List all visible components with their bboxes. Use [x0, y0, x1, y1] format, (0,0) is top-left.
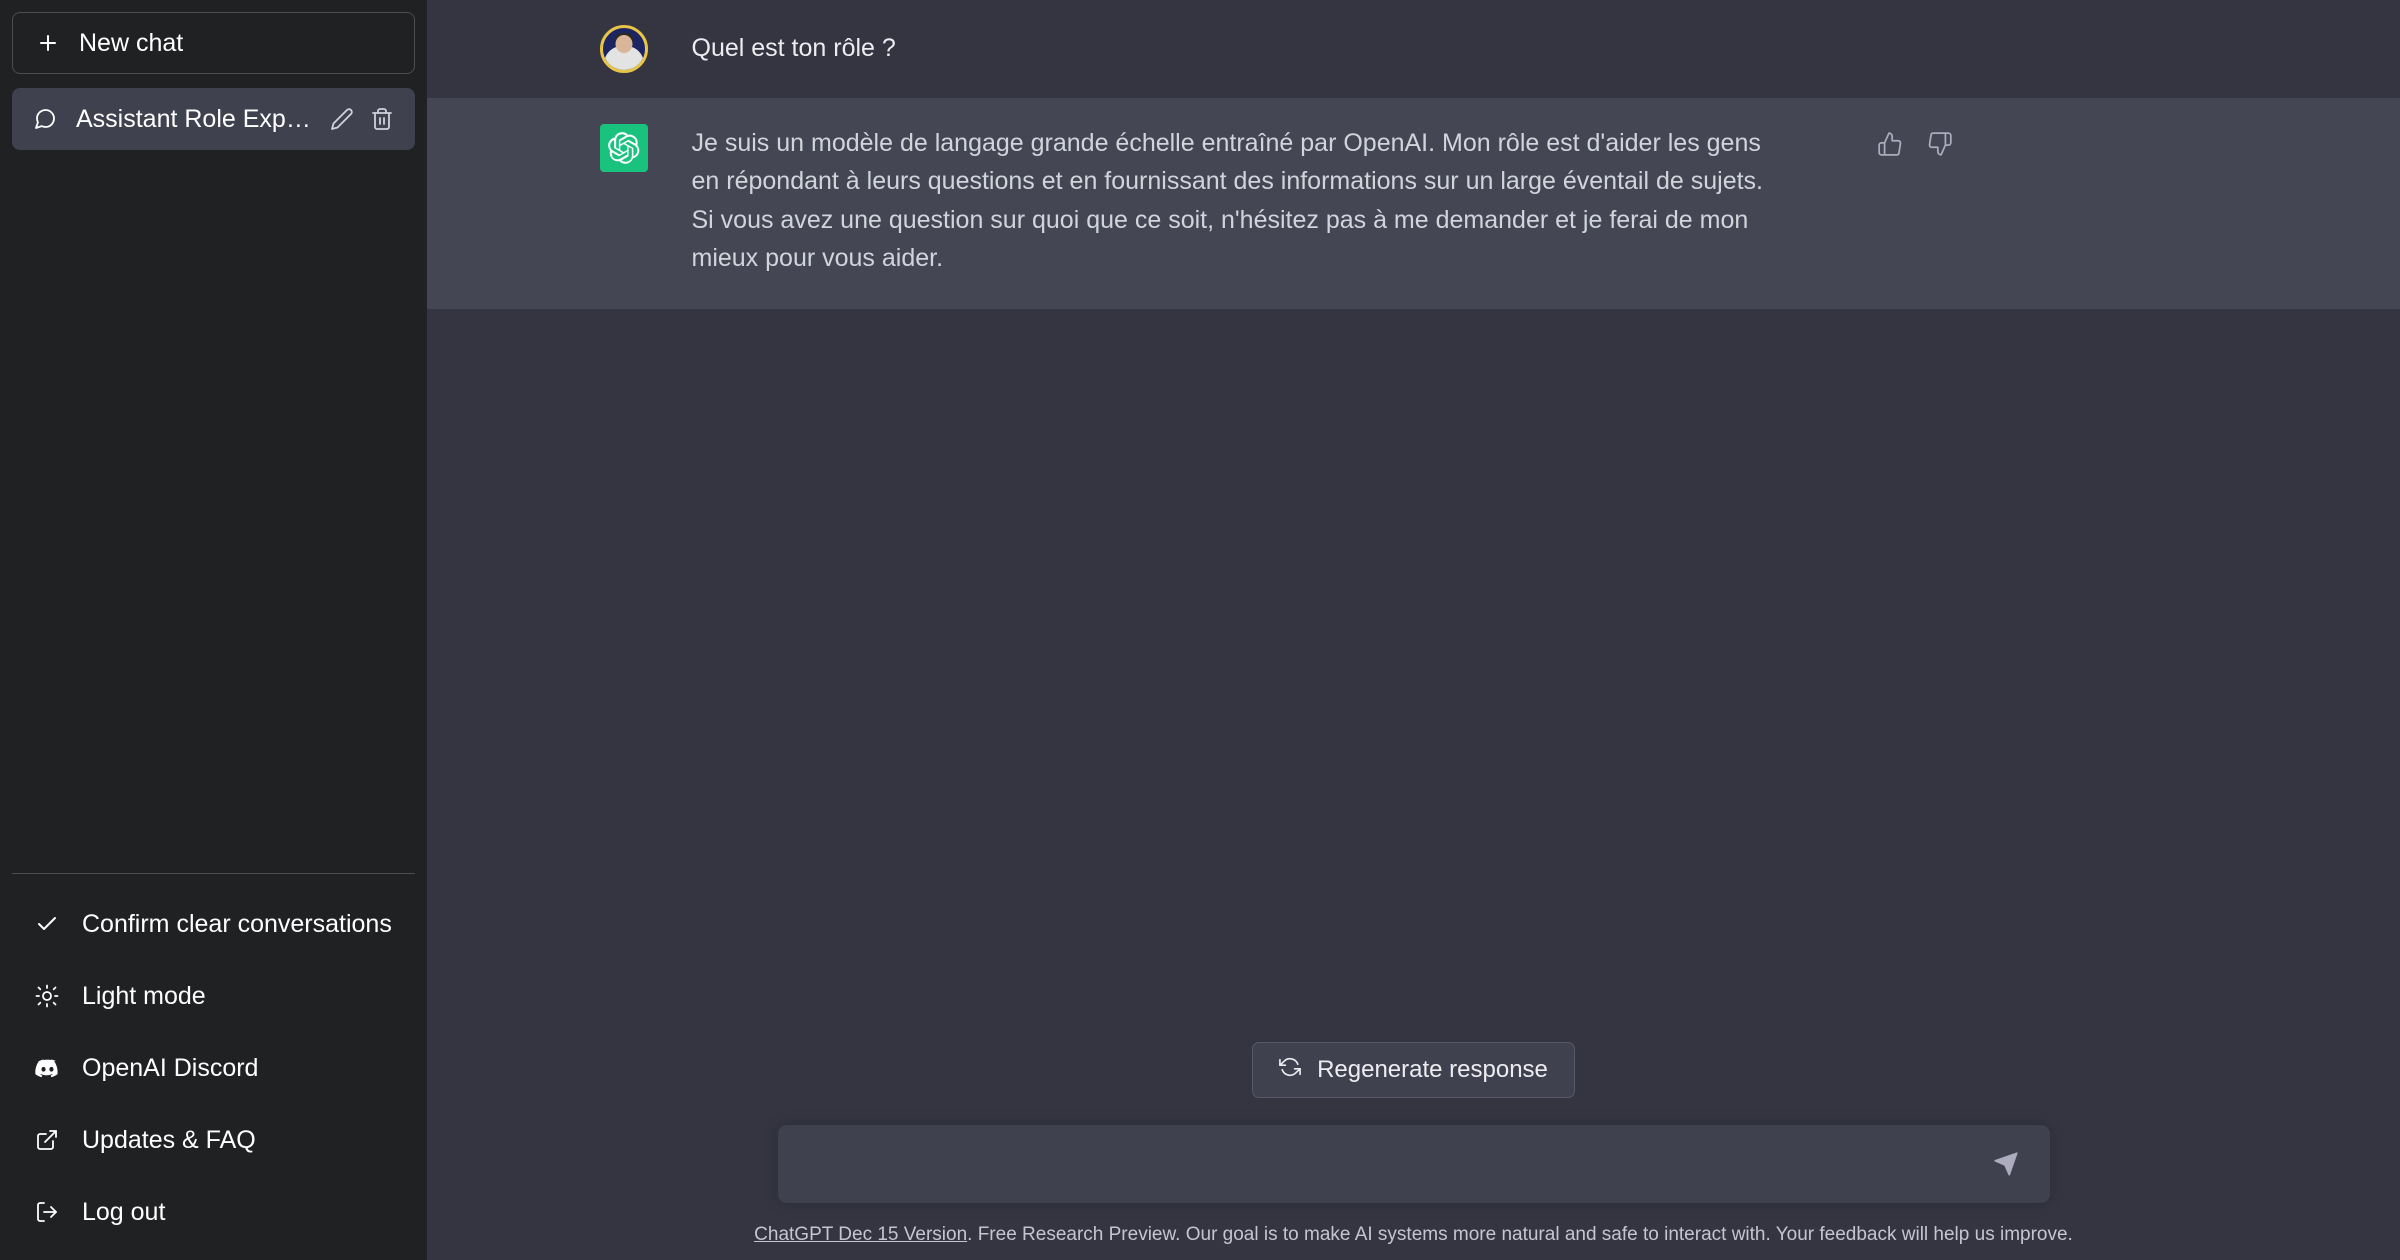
chatgpt-app: New chat Assistant Role Explain Confirm …	[0, 0, 2400, 1260]
sidebar-item-label: Confirm clear conversations	[82, 909, 392, 938]
thumbs-down-icon[interactable]	[1926, 130, 1954, 158]
conversation-title: Assistant Role Explain	[76, 104, 311, 133]
assistant-message-text: Je suis un modèle de langage grande éche…	[691, 129, 1763, 272]
sidebar-item-label: Light mode	[82, 981, 206, 1010]
chat-input[interactable]	[805, 1149, 1988, 1179]
refresh-icon	[1279, 1056, 1301, 1085]
send-icon[interactable]	[1988, 1146, 2024, 1182]
sidebar-item-light-mode[interactable]: Light mode	[12, 960, 415, 1032]
openai-logo-icon	[599, 124, 648, 172]
regenerate-response-label: Regenerate response	[1317, 1056, 1548, 1083]
sidebar-item-openai-discord[interactable]: OpenAI Discord	[12, 1032, 415, 1104]
new-chat-button[interactable]: New chat	[12, 12, 415, 74]
regenerate-response-button[interactable]: Regenerate response	[1252, 1042, 1575, 1098]
chat-input-container[interactable]	[776, 1124, 2051, 1204]
pencil-icon[interactable]	[329, 106, 355, 132]
message-assistant: Je suis un modèle de langage grande éche…	[427, 98, 2400, 309]
sidebar-item-updates-and-faq[interactable]: Updates & FAQ	[12, 1104, 415, 1176]
version-link[interactable]: ChatGPT Dec 15 Version	[754, 1224, 967, 1245]
composer: Regenerate response ChatGPT Dec 15 Versi…	[427, 1042, 2400, 1260]
sun-icon	[34, 983, 60, 1009]
thumbs-up-icon[interactable]	[1876, 130, 1904, 158]
chat-main: Quel est ton rôle ? Je suis un modèle de…	[427, 0, 2400, 1260]
message-user: Quel est ton rôle ?	[427, 0, 2400, 98]
sidebar-item-label: OpenAI Discord	[82, 1053, 259, 1082]
footer-disclaimer: ChatGPT Dec 15 Version. Free Research Pr…	[754, 1224, 2073, 1246]
logout-icon	[34, 1199, 60, 1225]
user-avatar-photo	[599, 25, 648, 73]
sidebar-divider	[12, 873, 415, 874]
external-link-icon	[34, 1127, 60, 1153]
sidebar-item-label: Log out	[82, 1197, 166, 1226]
discord-icon	[34, 1055, 60, 1081]
user-message-text: Quel est ton rôle ?	[691, 34, 896, 62]
sidebar-item-label: Updates & FAQ	[82, 1125, 256, 1154]
message-thread: Quel est ton rôle ? Je suis un modèle de…	[427, 0, 2400, 309]
disclaimer-text: . Free Research Preview. Our goal is to …	[967, 1224, 2073, 1245]
message-feedback	[1876, 124, 1954, 277]
conversation-list: Assistant Role Explain	[12, 88, 415, 150]
new-chat-label: New chat	[79, 28, 184, 57]
sidebar: New chat Assistant Role Explain Confirm …	[0, 0, 427, 1260]
trash-icon[interactable]	[369, 106, 395, 132]
check-icon	[34, 911, 60, 937]
sidebar-footer: Confirm clear conversations Light mode O…	[12, 888, 415, 1248]
sidebar-item-assistant-role-explain[interactable]: Assistant Role Explain	[12, 88, 415, 150]
sidebar-item-log-out[interactable]: Log out	[12, 1176, 415, 1248]
chat-bubble-icon	[32, 106, 58, 132]
sidebar-item-confirm-clear-conversations[interactable]: Confirm clear conversations	[12, 888, 415, 960]
conversation-actions	[329, 106, 395, 132]
plus-icon	[35, 30, 61, 56]
